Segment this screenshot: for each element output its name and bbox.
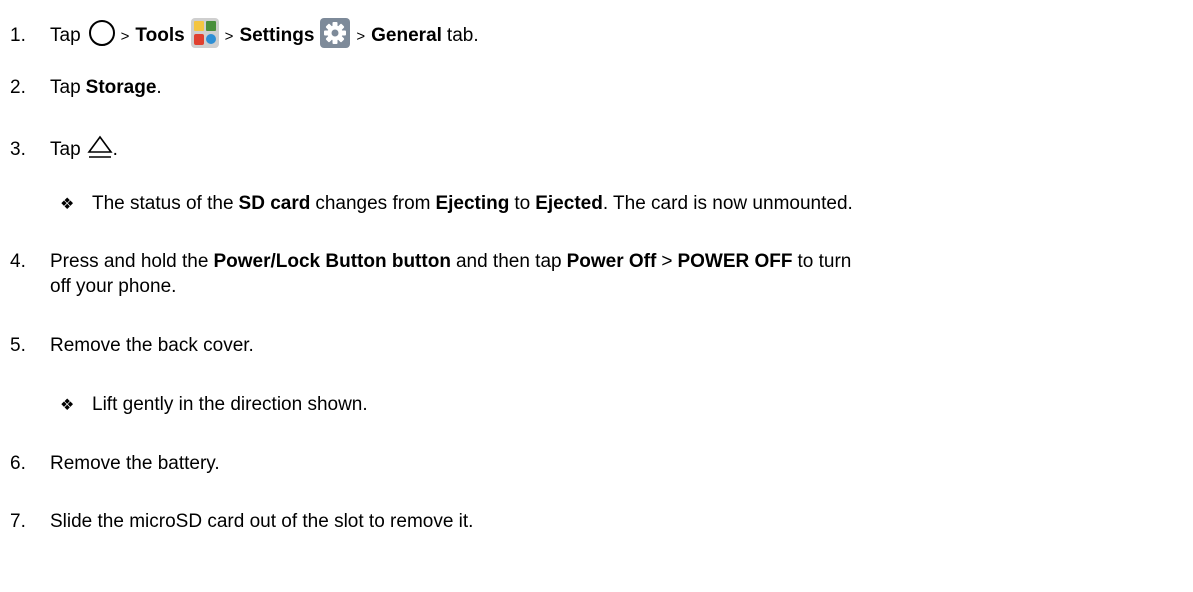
- step-2-text-tap: Tap: [50, 77, 81, 98]
- bullet-2-text: Lift gently in the direction shown.: [92, 394, 368, 415]
- step-4-line-2: off your phone.: [50, 276, 177, 297]
- step-4-text-3: to turn: [797, 251, 852, 272]
- step-2-number: 2.: [10, 77, 26, 98]
- step-5-number: 5.: [10, 335, 26, 356]
- step-5-text: Remove the back cover.: [50, 335, 254, 356]
- bullet-1-marker: ❖: [60, 196, 75, 213]
- step-3-text-tap: Tap: [50, 139, 81, 160]
- step-7-text: Slide the microSD card out of the slot t…: [50, 511, 474, 532]
- step-3-period: .: [112, 139, 118, 160]
- bullet-1: ❖ The status of the SD card changes from…: [60, 193, 853, 215]
- bullet-2-marker: ❖: [60, 397, 75, 414]
- step-1-separator-2: >: [224, 27, 234, 45]
- tools-folder-icon: [190, 18, 219, 54]
- bullet-1-ejecting: Ejecting: [435, 193, 510, 214]
- step-4-number: 4.: [10, 251, 26, 272]
- step-1-settings-label: Settings: [239, 25, 315, 46]
- step-7: 7. Slide the microSD card out of the slo…: [10, 511, 473, 533]
- bullet-2: ❖ Lift gently in the direction shown.: [60, 394, 368, 416]
- eject-icon: [87, 134, 113, 166]
- bullet-1-ejected: Ejected: [535, 193, 603, 214]
- step-4-power-off: Power Off: [566, 251, 657, 272]
- step-2: 2. Tap Storage .: [10, 77, 162, 99]
- step-6-text: Remove the battery.: [50, 453, 220, 474]
- home-circle-icon: [87, 18, 117, 54]
- bullet-1-sd-card: SD card: [238, 193, 311, 214]
- settings-gear-icon: [320, 18, 351, 54]
- step-1-separator-1: >: [120, 27, 130, 45]
- step-1-text-tap: Tap: [50, 25, 81, 46]
- bullet-1-text-4: . The card is now unmounted.: [602, 193, 853, 214]
- step-1-number: 1.: [10, 25, 26, 46]
- step-7-number: 7.: [10, 511, 26, 532]
- step-2-period: .: [156, 77, 162, 98]
- step-4-continuation: off your phone.: [50, 276, 176, 298]
- step-1-general-label: General: [371, 25, 442, 46]
- step-6: 6. Remove the battery.: [10, 453, 220, 475]
- step-4-text-2: and then tap: [455, 251, 562, 272]
- step-1-text-tab: tab.: [446, 25, 479, 46]
- step-4-separator: >: [661, 251, 673, 272]
- step-5: 5. Remove the back cover.: [10, 335, 254, 357]
- step-4-text-1: Press and hold the: [50, 251, 209, 272]
- bullet-1-text-2: changes from: [315, 193, 431, 214]
- step-3-number: 3.: [10, 139, 26, 160]
- step-1: 1. Tap > Tools > Settings > General tab.: [10, 18, 479, 54]
- step-4: 4. Press and hold the Power/Lock Button …: [10, 251, 851, 273]
- bullet-1-text-3: to: [514, 193, 531, 214]
- step-6-number: 6.: [10, 453, 26, 474]
- step-1-tools-label: Tools: [135, 25, 185, 46]
- step-4-power-off-confirm: POWER OFF: [677, 251, 793, 272]
- step-3: 3. Tap .: [10, 134, 118, 166]
- step-2-storage-label: Storage: [85, 77, 157, 98]
- step-4-power-lock-button: Power/Lock Button button: [213, 251, 451, 272]
- bullet-1-text-1: The status of the: [92, 193, 234, 214]
- step-1-separator-3: >: [356, 27, 366, 45]
